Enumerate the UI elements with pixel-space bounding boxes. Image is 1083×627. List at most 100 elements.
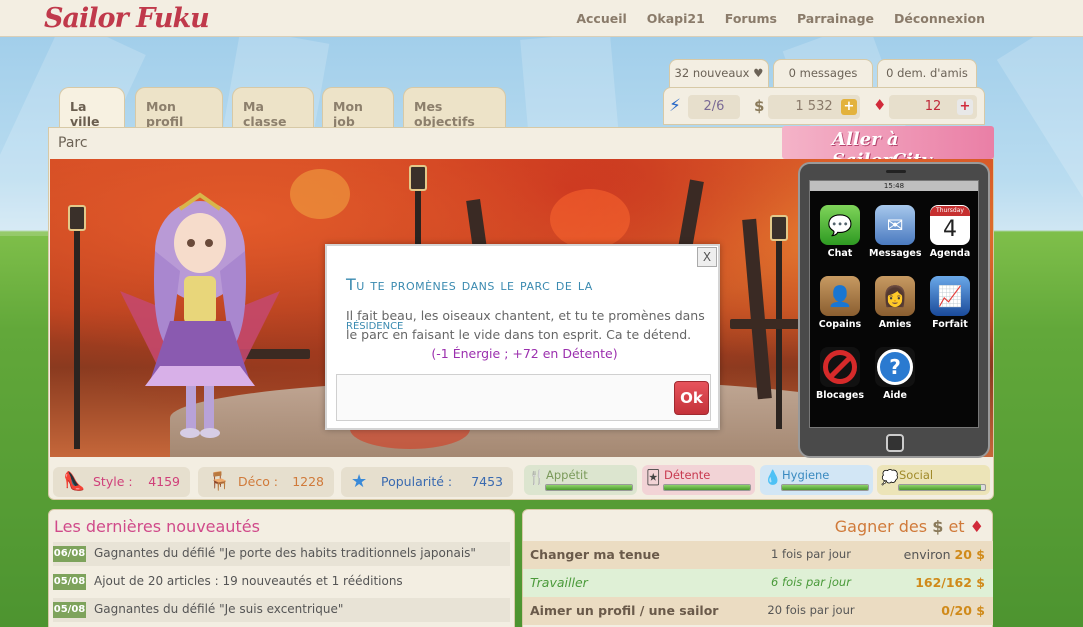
app-forfait-label: Forfait — [932, 319, 968, 330]
phone-home-button[interactable] — [886, 434, 904, 452]
news-date: 06/08 — [53, 546, 86, 562]
money-resource: 1 532 + — [768, 95, 860, 119]
gain-box: Gagner des $ et ♦ Changer ma tenue 1 foi… — [522, 509, 993, 627]
gauge-appetit-bar — [545, 484, 633, 491]
news-date: 05/08 — [53, 602, 86, 618]
gain-frequency: 20 fois par jour — [767, 603, 855, 617]
lamp-head — [770, 215, 788, 241]
contacts-icon: 👤 — [820, 276, 860, 316]
add-money-button[interactable]: + — [841, 99, 857, 115]
stat-style-value: 4159 — [148, 474, 180, 489]
ok-button[interactable]: Ok — [674, 381, 709, 415]
tab-mes-objectifs[interactable]: Mes objectifs — [403, 87, 506, 129]
phone-screen: 15:48 💬 Chat ✉ Messages Thursday 4 Agend… — [809, 180, 979, 428]
gem-icon: ♦ — [873, 96, 887, 114]
gain-reward: environ 20 $ — [904, 547, 985, 562]
phone-clock: 15:48 — [810, 181, 978, 191]
tab-mon-profil[interactable]: Mon profil — [135, 87, 223, 129]
phone-speaker — [886, 170, 906, 173]
gain-reward-value: 0/20 $ — [941, 603, 985, 618]
gauge-hygiene-fill — [782, 485, 868, 490]
stat-deco-label: Déco : — [238, 474, 279, 489]
street-lamp — [74, 219, 80, 449]
popup-message: Il fait beau, les oiseaux chantent, et t… — [346, 308, 705, 342]
top-nav: Accueil Okapi21 Forums Parrainage Déconn… — [576, 11, 985, 26]
gain-action[interactable]: Aimer un profil / une sailor — [530, 603, 718, 618]
calendar-day: Thursday — [930, 206, 970, 216]
tab-mon-job[interactable]: Mon job — [322, 87, 394, 129]
news-item[interactable]: 05/08 Gagnantes du défilé "Je suis excen… — [53, 598, 510, 622]
nav-accueil[interactable]: Accueil — [576, 11, 626, 26]
sky-ray — [996, 36, 1083, 236]
stat-popularite-value: 7453 — [471, 474, 503, 489]
nav-parrainage[interactable]: Parrainage — [797, 11, 874, 26]
envelope-icon: ✉ — [875, 205, 915, 245]
nav-deconnexion[interactable]: Déconnexion — [894, 11, 985, 26]
gain-reward: 0/20 $ — [941, 603, 985, 618]
gain-reward-prefix: environ — [903, 547, 951, 562]
app-amies[interactable]: 👩 Amies — [869, 276, 921, 330]
app-chat[interactable]: 💬 Chat — [814, 205, 866, 259]
gauge-social-label: Social — [899, 468, 934, 482]
news-text: Gagnantes du défilé "Je suis excentrique… — [94, 602, 344, 616]
gems-resource: 12 + — [889, 95, 977, 119]
news-item[interactable]: 05/08 Ajout de 20 articles : 19 nouveaut… — [53, 570, 510, 594]
app-amies-label: Amies — [878, 319, 912, 330]
app-blocages[interactable]: Blocages — [814, 347, 866, 401]
tab-la-ville[interactable]: La ville — [59, 87, 125, 129]
gain-action[interactable]: Travailler — [530, 575, 588, 590]
messages-tab[interactable]: 0 messages — [773, 59, 873, 87]
chat-bubble-icon: 💬 — [820, 205, 860, 245]
gauge-hygiene-label: Hygiene — [782, 468, 830, 482]
app-forfait[interactable]: 📈 Forfait — [924, 276, 976, 330]
news-title: Les dernières nouveautés — [54, 517, 260, 536]
gain-title: Gagner des $ et ♦ — [835, 517, 984, 536]
foliage — [550, 189, 630, 249]
location-title: Parc — [58, 135, 88, 151]
stat-popularite-label: Popularité : — [381, 474, 453, 489]
gain-row: Travailler 6 fois par jour 162/162 $ — [523, 569, 993, 597]
nav-forums[interactable]: Forums — [725, 11, 777, 26]
aller-sailorcity-button[interactable]: Aller à SailorCity — [782, 126, 994, 171]
stat-style-label: Style : — [93, 474, 133, 489]
water-drop-icon: 💧 — [764, 470, 782, 486]
star-icon: ★ — [351, 471, 368, 492]
app-messages[interactable]: ✉ Messages — [869, 205, 922, 259]
activity-popup: X Tu te promènes dans le parc de la rési… — [325, 244, 720, 430]
lightning-icon: ⚡ — [669, 96, 681, 116]
gain-title-prefix: Gagner des — [834, 517, 928, 536]
tree-trunk — [742, 218, 772, 400]
high-heel-icon: 👠 — [63, 471, 86, 492]
gain-reward-value: 20 $ — [954, 547, 985, 562]
avatar-doll[interactable] — [100, 181, 300, 451]
friend-requests-tab[interactable]: 0 dem. d'amis — [877, 59, 977, 87]
gain-action[interactable]: Changer ma tenue — [530, 547, 660, 562]
tab-ma-classe[interactable]: Ma classe — [232, 87, 314, 129]
site-logo[interactable]: Sailor Fuku — [44, 3, 210, 34]
app-agenda[interactable]: Thursday 4 Agenda — [924, 205, 976, 259]
money-value: 1 532 — [795, 99, 833, 114]
nav-profile-username[interactable]: Okapi21 — [647, 11, 705, 26]
app-agenda-label: Agenda — [929, 248, 971, 259]
help-icon: ? — [875, 347, 915, 387]
close-button[interactable]: X — [697, 247, 717, 267]
popup-footer — [336, 374, 711, 421]
gain-reward-value: 162/162 $ — [915, 575, 985, 590]
stock-chart-icon: 📈 — [930, 276, 970, 316]
app-aide-label: Aide — [883, 390, 907, 401]
stat-popularite: ★ Popularité : 7453 — [341, 467, 513, 497]
cards-icon: 🃏 — [646, 470, 661, 486]
news-item[interactable]: 06/08 Gagnantes du défilé "Je porte des … — [53, 542, 510, 566]
app-copains[interactable]: 👤 Copains — [814, 276, 866, 330]
gauge-detente-label: Détente — [664, 468, 711, 482]
news-date: 05/08 — [53, 574, 86, 590]
gain-frequency: 6 fois par jour — [771, 575, 851, 589]
calendar-number: 4 — [943, 217, 957, 242]
news-text: Ajout de 20 articles : 19 nouveautés et … — [94, 574, 403, 588]
gauge-appetit-fill — [546, 485, 632, 490]
gauge-detente-fill — [664, 485, 750, 490]
app-aide[interactable]: ? Aide — [869, 347, 921, 401]
notifications-tab[interactable]: 32 nouveaux ♥ — [669, 59, 769, 87]
speech-bubble-icon: 💭 — [881, 470, 899, 486]
add-gems-button[interactable]: + — [957, 99, 973, 115]
